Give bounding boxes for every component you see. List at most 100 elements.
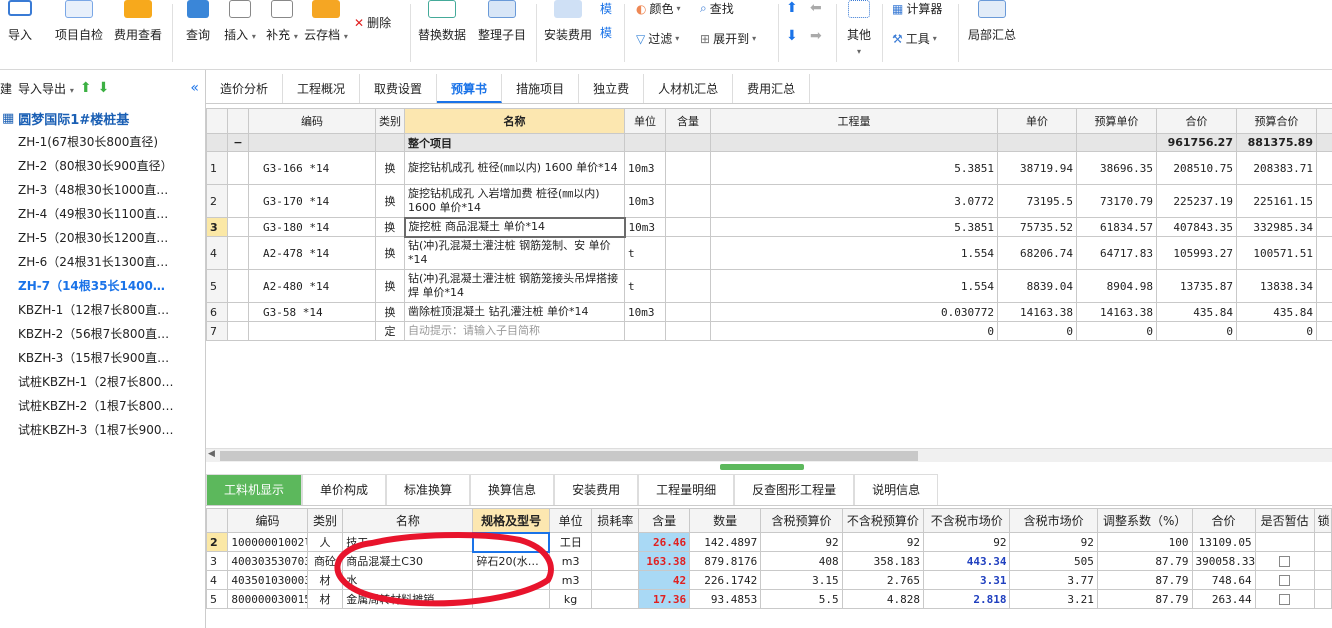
adjust-cell[interactable]: 87.79 xyxy=(1096,570,1193,590)
price-cell[interactable]: 75735.52 xyxy=(997,217,1077,237)
row-number[interactable]: 4 xyxy=(206,236,228,270)
budget-total-cell[interactable]: 208383.71 xyxy=(1236,151,1317,185)
budget-total-cell[interactable]: 225161.15 xyxy=(1236,184,1317,218)
calculator-button[interactable]: ▦ 计算器 xyxy=(892,0,942,17)
tab-6[interactable]: 人材机汇总 xyxy=(644,74,734,103)
qty-cell[interactable]: 5.3851 xyxy=(710,217,998,237)
move-down-green-icon[interactable]: ⬇ xyxy=(98,80,110,96)
grid-cell[interactable] xyxy=(1076,133,1157,152)
notax-market-price-cell[interactable]: 92 xyxy=(922,532,1011,552)
adjust-cell[interactable]: 87.79 xyxy=(1096,589,1193,609)
expand-to-button[interactable]: ⊞ 展开到 ▾ xyxy=(700,30,756,47)
row-number[interactable]: 3 xyxy=(205,551,229,571)
tree-line-cell[interactable] xyxy=(227,184,249,218)
content-cell[interactable]: 26.46 xyxy=(638,532,691,552)
row-number[interactable]: 5 xyxy=(206,269,228,303)
budget-total-cell[interactable]: 13838.34 xyxy=(1236,269,1317,303)
name-cell[interactable]: 自动提示：请输入子目简称 xyxy=(404,321,625,341)
content-cell[interactable] xyxy=(665,321,711,341)
type-cell[interactable]: 商砼 xyxy=(306,551,344,571)
tree-item[interactable]: ZH-1(67根30长800直径) xyxy=(0,130,205,154)
qty-cell[interactable]: 1.554 xyxy=(710,236,998,270)
grid-header[interactable]: 类别 xyxy=(375,108,405,134)
estimate-cell[interactable] xyxy=(1254,532,1315,552)
code-cell[interactable]: A2-480 *14 xyxy=(248,269,376,303)
type-cell[interactable]: 换 xyxy=(375,217,405,237)
qty-cell[interactable]: 0.030772 xyxy=(710,302,998,322)
install-fee-button[interactable]: 安装费用 xyxy=(540,0,596,43)
tree-item[interactable]: ZH-4（49根30长1100直… xyxy=(0,202,205,226)
material-row[interactable]: 4 403501030003 材水 m3 42 226.1742 3.15 2.765 3.31… xyxy=(205,570,1332,590)
move-down-button[interactable]: ⬇ xyxy=(786,28,798,44)
template-button-1[interactable]: 模 xyxy=(600,0,612,17)
name-cell[interactable]: 钻(冲)孔混凝土灌注桩 钢筋笼制、安 单价*14 xyxy=(404,236,625,270)
grid-cell[interactable] xyxy=(624,133,666,152)
name-cell[interactable]: 凿除桩顶混凝土 钻孔灌注桩 单价*14 xyxy=(404,302,625,322)
tree-root[interactable]: ▦ 圆梦国际1#楼桩基 xyxy=(0,106,205,130)
unit-cell[interactable]: 10m3 xyxy=(624,184,666,218)
tax-budget-price-cell[interactable]: 408 xyxy=(760,551,843,571)
scroll-left-icon[interactable]: ◀ xyxy=(208,449,215,459)
price-cell[interactable]: 68206.74 xyxy=(997,236,1077,270)
fee-view-button[interactable]: 费用查看 xyxy=(112,0,164,43)
material-header[interactable]: 名称 xyxy=(342,508,474,533)
grid-cell[interactable] xyxy=(1316,269,1332,303)
tree-item[interactable]: KBZH-2（56根7长800直… xyxy=(0,322,205,346)
price-cell[interactable]: 0 xyxy=(997,321,1077,341)
collapse-panel-icon[interactable]: « xyxy=(190,80,199,96)
material-header[interactable]: 锁 xyxy=(1313,508,1332,533)
tax-market-price-cell[interactable]: 3.21 xyxy=(1009,589,1098,609)
grid-header[interactable]: 含量 xyxy=(665,108,711,134)
budget-total-cell[interactable]: 0 xyxy=(1236,321,1317,341)
tab-2[interactable]: 取费设置 xyxy=(360,74,438,103)
tax-market-price-cell[interactable]: 3.77 xyxy=(1009,570,1098,590)
notax-budget-price-cell[interactable]: 92 xyxy=(841,532,925,552)
material-header[interactable]: 不含税市场价 xyxy=(922,508,1011,533)
grid-cell[interactable] xyxy=(1316,151,1332,185)
type-cell[interactable]: 换 xyxy=(375,302,405,322)
spec-cell[interactable]: 碎石20(水… xyxy=(472,551,550,571)
material-row[interactable]: 3 400303530703 商砼 商品混凝土C30 碎石20(水… m3 163.38 87… xyxy=(205,551,1332,571)
spec-cell[interactable] xyxy=(472,589,550,609)
insert-button[interactable]: 插入 ▾ xyxy=(222,0,258,43)
type-cell[interactable]: 换 xyxy=(375,269,405,303)
tax-market-price-cell[interactable]: 92 xyxy=(1009,532,1098,552)
import-export-button[interactable]: 导入导出 ▾ xyxy=(18,80,74,97)
unit-cell[interactable]: 工日 xyxy=(548,532,593,552)
code-cell[interactable]: A2-478 *14 xyxy=(248,236,376,270)
unit-cell[interactable]: 10m3 xyxy=(624,217,666,237)
budget-price-cell[interactable]: 73170.79 xyxy=(1076,184,1157,218)
grid-cell[interactable] xyxy=(1316,302,1332,322)
import-button[interactable]: 导入 xyxy=(2,0,38,43)
spec-cell[interactable] xyxy=(472,570,550,590)
tree-item[interactable]: ZH-7（14根35长1400… xyxy=(0,274,205,298)
move-left-button[interactable]: ⬅ xyxy=(810,0,822,16)
tree-item[interactable]: ZH-3（48根30长1000直… xyxy=(0,178,205,202)
material-header[interactable]: 单位 xyxy=(548,508,593,533)
grid-header[interactable]: 名称 xyxy=(404,108,625,134)
total-cell[interactable]: 407843.35 xyxy=(1156,217,1237,237)
replace-data-button[interactable]: 替换数据 xyxy=(416,0,468,43)
content-cell[interactable]: 163.38 xyxy=(638,551,691,571)
tree-line-cell[interactable] xyxy=(227,151,249,185)
grid-cell[interactable] xyxy=(206,133,228,152)
row-number[interactable]: 2 xyxy=(205,532,229,552)
tab-5[interactable]: 独立费 xyxy=(579,74,645,103)
total-cell[interactable]: 225237.19 xyxy=(1156,184,1237,218)
material-header[interactable]: 损耗率 xyxy=(591,508,640,533)
material-row[interactable]: 5 800000030015 材金属周转材料摊销 kg 17.36 93.4853 5.5 4… xyxy=(205,589,1332,609)
tax-budget-price-cell[interactable]: 5.5 xyxy=(760,589,843,609)
query-button[interactable]: 查询 xyxy=(178,0,218,43)
total-cell[interactable]: 390058.33 xyxy=(1191,551,1256,571)
total-cell[interactable]: 263.44 xyxy=(1191,589,1256,609)
new-button[interactable]: 新建 xyxy=(0,80,12,97)
code-cell[interactable]: 403501030003 xyxy=(227,570,308,590)
row-number[interactable]: 6 xyxy=(206,302,228,322)
type-cell[interactable]: 换 xyxy=(375,151,405,185)
tab-0[interactable]: 造价分析 xyxy=(206,74,284,103)
table-row[interactable]: 1 G3-166 *14 换旋挖钻机成孔 桩径(㎜以内) 1600 单价*14 10m… xyxy=(206,151,1332,185)
notax-budget-price-cell[interactable]: 2.765 xyxy=(841,570,925,590)
grid-header[interactable] xyxy=(206,108,228,134)
move-right-button[interactable]: ➡ xyxy=(810,28,822,44)
total-cell[interactable]: 748.64 xyxy=(1191,570,1256,590)
